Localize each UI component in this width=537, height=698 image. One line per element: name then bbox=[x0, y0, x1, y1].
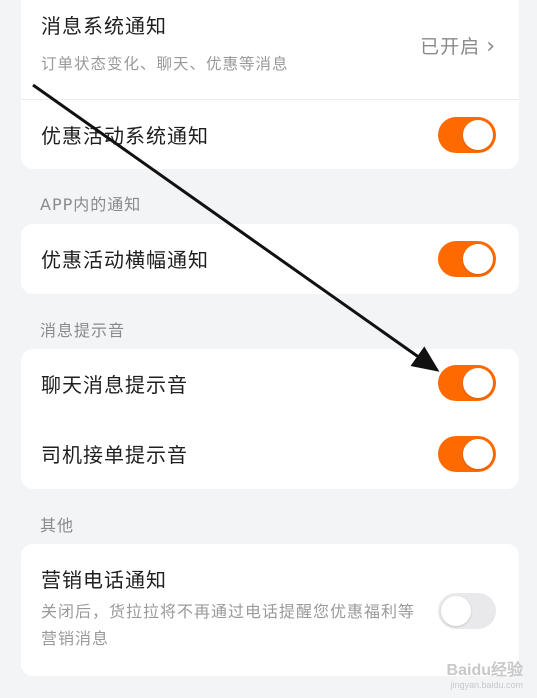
watermark-text: Baidu经验 bbox=[446, 662, 523, 679]
baidu-watermark: Baidu经验 jingyan.baidu.com bbox=[447, 656, 523, 690]
annotation-arrow bbox=[32, 83, 440, 372]
watermark-sub: jingyan.baidu.com bbox=[450, 680, 523, 690]
